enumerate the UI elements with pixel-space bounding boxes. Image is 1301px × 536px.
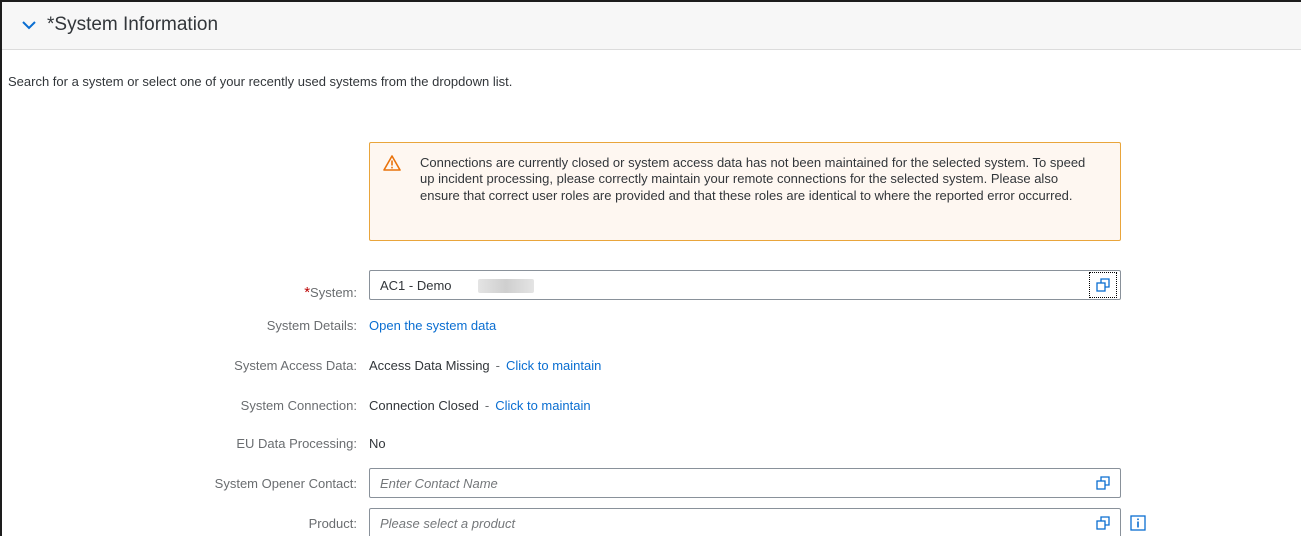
info-icon[interactable] (1125, 510, 1151, 536)
contact-placeholder: Enter Contact Name (380, 476, 498, 491)
system-input[interactable]: AC1 - Demo (369, 270, 1121, 300)
open-system-data-link[interactable]: Open the system data (369, 318, 496, 333)
system-opener-contact-label: System Opener Contact: (214, 476, 357, 491)
system-details-label: System Details: (266, 318, 357, 333)
separator: - (484, 398, 490, 413)
warning-triangle-icon (383, 155, 401, 171)
warning-text: Connections are currently closed or syst… (420, 155, 1086, 203)
chevron-down-icon[interactable] (22, 20, 36, 30)
system-details-value: Open the system data (369, 318, 496, 333)
product-label: Product: (308, 516, 357, 531)
value-help-icon[interactable] (1089, 272, 1117, 298)
section-header[interactable]: *System Information (2, 2, 1301, 50)
connection-status: Connection Closed (369, 398, 479, 413)
product-placeholder: Please select a product (380, 516, 516, 531)
product-input[interactable]: Please select a product (369, 508, 1121, 536)
system-value: AC1 - Demo (380, 278, 452, 293)
access-data-status: Access Data Missing (369, 358, 490, 373)
redacted-area (478, 279, 534, 293)
intro-text: Search for a system or select one of you… (8, 74, 513, 89)
value-help-icon[interactable] (1089, 470, 1117, 496)
system-access-data-value: Access Data Missing - Click to maintain (369, 358, 601, 373)
system-label: *System: (304, 284, 357, 301)
warning-message-strip: Connections are currently closed or syst… (369, 142, 1121, 241)
eu-data-processing-value: No (369, 436, 386, 451)
separator: - (495, 358, 500, 373)
value-help-icon[interactable] (1089, 510, 1117, 536)
eu-data-processing-label: EU Data Processing: (236, 436, 357, 451)
system-connection-value: Connection Closed - Click to maintain (369, 398, 591, 413)
maintain-access-data-link[interactable]: Click to maintain (506, 358, 601, 373)
system-information-panel: *System Information Search for a system … (0, 0, 1301, 536)
section-title: *System Information (47, 14, 219, 35)
system-connection-label: System Connection: (240, 398, 357, 413)
maintain-connection-link[interactable]: Click to maintain (495, 398, 590, 413)
system-opener-contact-input[interactable]: Enter Contact Name (369, 468, 1121, 498)
system-access-data-label: System Access Data: (234, 358, 357, 373)
